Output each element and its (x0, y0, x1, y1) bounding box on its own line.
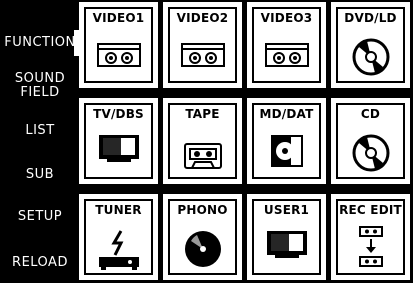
tile-label: TUNER (95, 203, 142, 217)
sidebar-item-label: SETUP (17, 209, 63, 224)
sidebar-item-list[interactable]: LIST (0, 124, 80, 138)
tile-label: VIDEO1 (92, 11, 145, 25)
vcr-cassette-icon (96, 43, 141, 67)
tv-icon (266, 231, 307, 258)
tile-rec-edit[interactable]: REC EDIT (331, 194, 410, 280)
tape-cassette-icon (183, 143, 222, 169)
vcr-cassette-icon (264, 43, 309, 67)
sidebar-item-label: SUB (25, 167, 55, 182)
minidisc-icon (270, 135, 303, 167)
screen: FUNCTION SOUND FIELD LIST SUB SETUP RELO… (0, 0, 413, 283)
tile-label: PHONO (177, 203, 228, 217)
sidebar-item-reload[interactable]: RELOAD (0, 256, 80, 270)
sidebar-item-function[interactable]: FUNCTION (0, 30, 80, 56)
sidebar-item-label: FUNCTION (4, 35, 76, 50)
sidebar-item-sub[interactable]: SUB (0, 168, 80, 182)
disc-icon (352, 38, 389, 76)
sidebar-item-label: SOUND FIELD (14, 71, 66, 100)
tile-label: CD (360, 107, 381, 121)
vcr-cassette-icon (180, 43, 225, 67)
tile-dvd-ld[interactable]: DVD/LD (331, 2, 410, 88)
tile-label: TAPE (185, 107, 220, 121)
rec-edit-icon (358, 226, 383, 267)
tile-tape[interactable]: TAPE (163, 98, 242, 184)
input-grid: VIDEO1 VIDEO2 VIDEO3 DVD/LD TV/DBS TAPE … (79, 2, 412, 281)
tile-video1[interactable]: VIDEO1 (79, 2, 158, 88)
tile-md-dat[interactable]: MD/DAT (247, 98, 326, 184)
sidebar-item-label: RELOAD (12, 255, 68, 270)
tv-icon (98, 135, 139, 162)
sidebar-item-sound-field[interactable]: SOUND FIELD (0, 72, 80, 100)
tile-label: VIDEO2 (176, 11, 229, 25)
tile-user1[interactable]: USER1 (247, 194, 326, 280)
record-icon (184, 231, 221, 267)
sidebar: FUNCTION SOUND FIELD LIST SUB SETUP RELO… (0, 0, 80, 283)
tile-cd[interactable]: CD (331, 98, 410, 184)
tile-label: TV/DBS (93, 107, 144, 121)
tile-phono[interactable]: PHONO (163, 194, 242, 280)
disc-icon (352, 134, 389, 172)
tuner-icon (98, 230, 139, 270)
tile-label: VIDEO3 (260, 11, 313, 25)
sidebar-item-label: LIST (25, 123, 55, 138)
tile-video2[interactable]: VIDEO2 (163, 2, 242, 88)
tile-tuner[interactable]: TUNER (79, 194, 158, 280)
tile-label: DVD/LD (344, 11, 397, 25)
sidebar-item-setup[interactable]: SETUP (0, 210, 80, 224)
tile-video3[interactable]: VIDEO3 (247, 2, 326, 88)
tile-label: USER1 (263, 203, 310, 217)
tile-tv-dbs[interactable]: TV/DBS (79, 98, 158, 184)
tile-label: REC EDIT (339, 203, 402, 217)
tile-label: MD/DAT (259, 107, 314, 121)
